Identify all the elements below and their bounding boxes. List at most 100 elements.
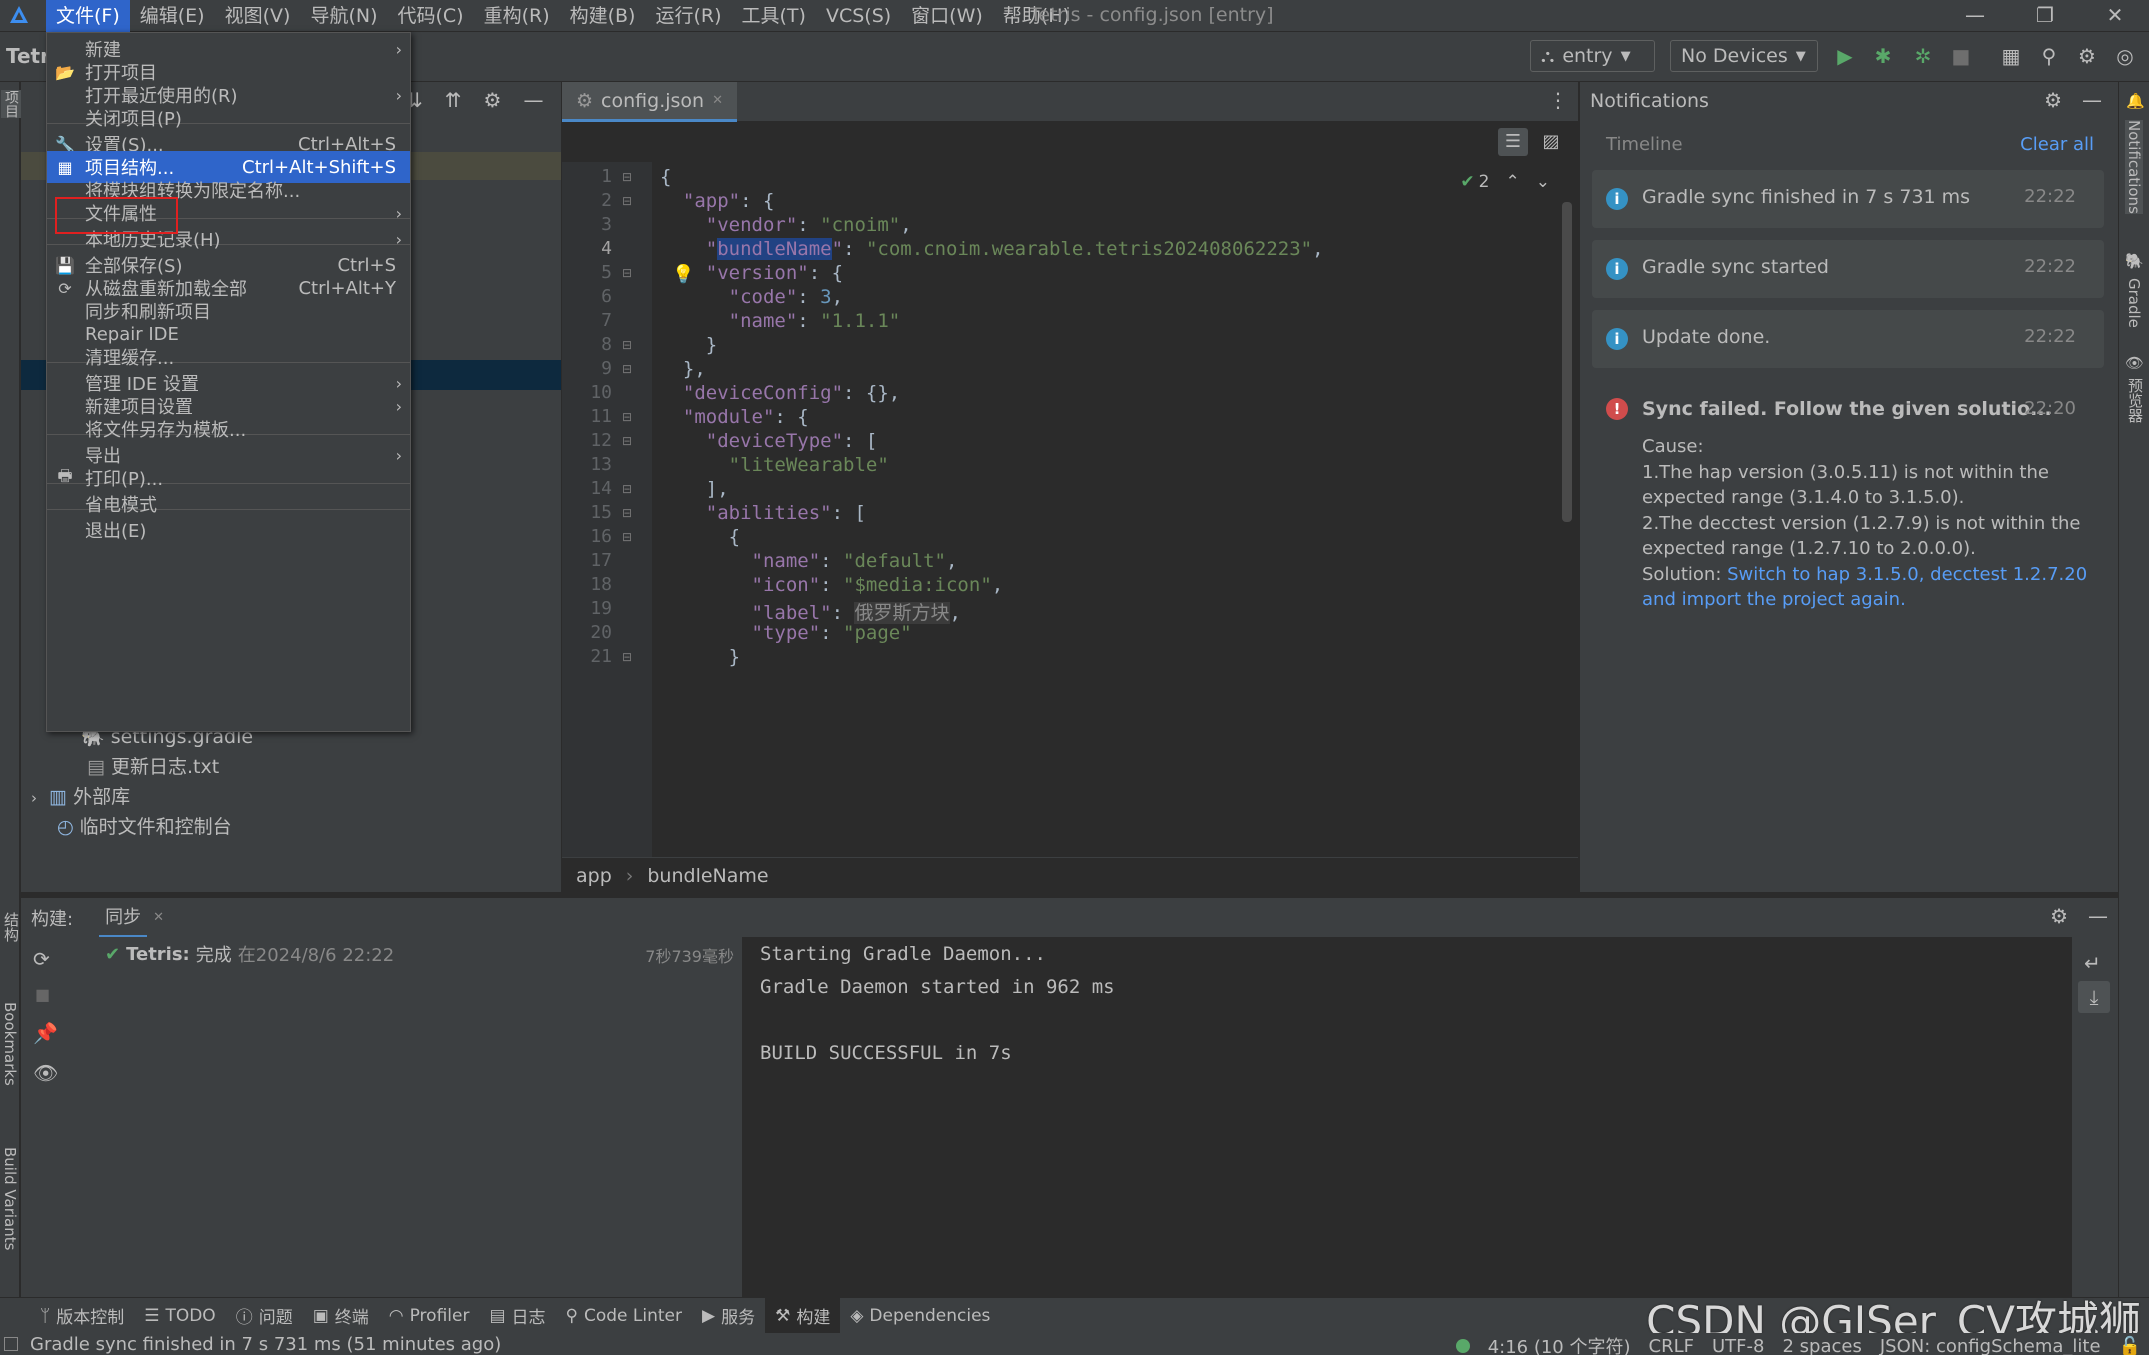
menu-navigate[interactable]: 导航(N) — [300, 0, 387, 32]
attach-debugger-icon[interactable]: ✲ — [1908, 41, 1938, 71]
fold-marker-icon[interactable]: ⊟ — [622, 338, 632, 352]
clear-all-link[interactable]: Clear all — [2020, 134, 2094, 155]
preview-image-icon[interactable]: ▨ — [1536, 128, 1566, 156]
gear-icon[interactable]: ⚙ — [2050, 904, 2068, 928]
fold-marker-icon[interactable]: ⊟ — [622, 362, 632, 376]
restore-button[interactable]: ❐ — [2010, 0, 2080, 30]
tool-version-control[interactable]: ᛘ 版本控制 — [30, 1298, 134, 1334]
fold-marker-icon[interactable]: ⊟ — [622, 410, 632, 424]
tool-build[interactable]: ⚒ 构建 — [765, 1297, 841, 1334]
caret-position[interactable]: 4:16 (10 个字符) — [1488, 1333, 1631, 1355]
notification-item[interactable]: i Gradle sync started 22:22 — [1592, 240, 2104, 298]
hide-icon[interactable]: — — [2088, 904, 2108, 928]
chevron-down-icon[interactable]: ⌄ — [1536, 172, 1550, 192]
check-icon: ✔ — [1460, 172, 1475, 192]
scroll-to-end-icon[interactable]: ⤓ — [2078, 981, 2110, 1013]
breadcrumb-bundlename[interactable]: bundleName — [647, 865, 768, 887]
device-select[interactable]: No Devices ▼ — [1670, 40, 1818, 72]
fold-marker-icon[interactable]: ⊟ — [622, 194, 632, 208]
build-task-row[interactable]: ✔ Tetris: 完成 在2024/8/6 22:22 — [105, 941, 394, 967]
fold-marker-icon[interactable]: ⊟ — [622, 530, 632, 544]
tree-item-external-libraries[interactable]: › ▥ 外部库 — [31, 782, 130, 812]
fold-marker-icon[interactable]: ⊟ — [622, 434, 632, 448]
run-config-select[interactable]: ⛬ entry ▼ — [1530, 40, 1655, 72]
file-encoding[interactable]: UTF-8 — [1712, 1336, 1764, 1355]
menu-refactor[interactable]: 重构(R) — [474, 0, 560, 32]
stop-icon[interactable]: ■ — [1946, 41, 1976, 71]
stop-icon[interactable]: ■ — [35, 985, 50, 1004]
notification-item[interactable]: i Gradle sync finished in 7 s 731 ms 22:… — [1592, 170, 2104, 228]
hide-icon[interactable]: — — [523, 88, 543, 112]
tool-log[interactable]: ▤ 日志 — [479, 1298, 555, 1334]
fold-marker-icon[interactable]: ⊟ — [622, 266, 632, 280]
menu-tools[interactable]: 工具(T) — [732, 0, 816, 32]
close-icon[interactable]: ✕ — [712, 93, 723, 108]
status-panel-toggle-icon[interactable] — [4, 1337, 18, 1351]
menu-build[interactable]: 构建(B) — [560, 0, 646, 32]
search-icon[interactable]: ⚲ — [2034, 41, 2064, 71]
tab-sync[interactable]: 同步 — [99, 898, 148, 938]
tool-todo[interactable]: ☰ TODO — [134, 1298, 226, 1334]
menu-file[interactable]: 文件(F) — [46, 0, 130, 32]
solution-link[interactable]: Switch to hap 3.1.5.0, decctest 1.2.7.20 — [1727, 564, 2087, 585]
refresh-icon[interactable]: ⟳ — [33, 947, 50, 971]
more-options-icon[interactable]: ⋮ — [1548, 88, 1568, 112]
menu-view[interactable]: 视图(V) — [215, 0, 301, 32]
stripe-previewer[interactable]: 预览器 — [2125, 378, 2146, 423]
json-schema[interactable]: JSON: configSchema_lite — [1880, 1336, 2101, 1355]
tool-services[interactable]: ▶ 服务 — [692, 1298, 765, 1334]
fold-marker-icon[interactable]: ⊟ — [622, 170, 632, 184]
tool-terminal[interactable]: ▣ 终端 — [303, 1298, 379, 1334]
editor-scrollbar[interactable] — [1562, 202, 1572, 522]
stripe-notifications[interactable]: Notifications — [2125, 120, 2143, 214]
code-editor[interactable]: { "app": { "vendor": "cnoim", "bundleNam… — [652, 162, 1578, 857]
settings-icon[interactable]: ⚙ — [2072, 41, 2102, 71]
stripe-gradle[interactable]: Gradle — [2125, 278, 2143, 328]
stripe-build-variants[interactable]: Build Variants — [1, 1147, 19, 1250]
soft-wrap-icon[interactable]: ↵ — [2084, 951, 2101, 975]
fold-marker-icon[interactable]: ⊟ — [622, 482, 632, 496]
menu-edit[interactable]: 编辑(E) — [130, 0, 215, 32]
menu-code[interactable]: 代码(C) — [387, 0, 473, 32]
gear-icon[interactable]: ⚙ — [484, 88, 502, 112]
collapse-all-icon[interactable]: ⇈ — [445, 88, 462, 112]
tree-item-scratches[interactable]: ◴ 临时文件和控制台 — [57, 812, 232, 842]
gear-icon[interactable]: ⚙ — [2044, 88, 2062, 112]
tool-dependencies[interactable]: ◈ Dependencies — [840, 1298, 1000, 1334]
account-icon[interactable]: ◎ — [2110, 41, 2140, 71]
chevron-up-icon[interactable]: ⌃ — [1506, 172, 1520, 192]
debug-icon[interactable]: ✱ — [1868, 41, 1898, 71]
menu-item[interactable]: 退出(E) — [47, 514, 410, 546]
eye-icon[interactable]: 👁 — [33, 1061, 58, 1085]
build-output[interactable]: Starting Gradle Daemon... Gradle Daemon … — [742, 937, 2072, 1297]
menu-vcs[interactable]: VCS(S) — [816, 0, 901, 32]
tool-problems[interactable]: ⓘ 问题 — [226, 1298, 303, 1334]
tab-config-json[interactable]: ⚙ config.json ✕ — [562, 82, 737, 122]
pin-icon[interactable]: 📌 — [33, 1021, 58, 1045]
close-button[interactable]: ✕ — [2080, 0, 2149, 30]
tool-code-linter[interactable]: ⚲ Code Linter — [556, 1298, 692, 1334]
inspection-widget[interactable]: ✔ 2 ⌃ ⌄ — [1460, 172, 1550, 192]
minimize-button[interactable]: — — [1940, 0, 2010, 30]
stripe-project[interactable]: 项目 — [1, 90, 21, 118]
line-separator[interactable]: CRLF — [1649, 1336, 1694, 1355]
fold-marker-icon[interactable]: ⊟ — [622, 650, 632, 664]
menu-window[interactable]: 窗口(W) — [901, 0, 993, 32]
run-icon[interactable]: ▶ — [1830, 41, 1860, 71]
bulb-icon[interactable]: 💡 — [672, 264, 694, 285]
tree-item-changelog[interactable]: ▤ 更新日志.txt — [87, 752, 219, 782]
solution-link-2[interactable]: and import the project again. — [1642, 587, 2102, 613]
notification-item[interactable]: i Update done. 22:22 — [1592, 310, 2104, 368]
fold-marker-icon[interactable]: ⊟ — [622, 506, 632, 520]
hide-icon[interactable]: — — [2082, 88, 2102, 112]
stripe-bookmarks[interactable]: Bookmarks — [1, 1002, 19, 1086]
project-structure-toolbar-icon[interactable]: ▦ — [1996, 41, 2026, 71]
text-view-icon[interactable]: ☰ — [1498, 128, 1528, 156]
lock-icon[interactable]: 🔓 — [2119, 1336, 2141, 1355]
close-icon[interactable]: ✕ — [153, 910, 164, 925]
indent-setting[interactable]: 2 spaces — [1782, 1336, 1861, 1355]
stripe-structure[interactable]: 结构 — [1, 912, 22, 942]
menu-run[interactable]: 运行(R) — [645, 0, 731, 32]
tool-profiler[interactable]: ◠ Profiler — [379, 1298, 480, 1334]
breadcrumb-app[interactable]: app — [576, 865, 612, 887]
